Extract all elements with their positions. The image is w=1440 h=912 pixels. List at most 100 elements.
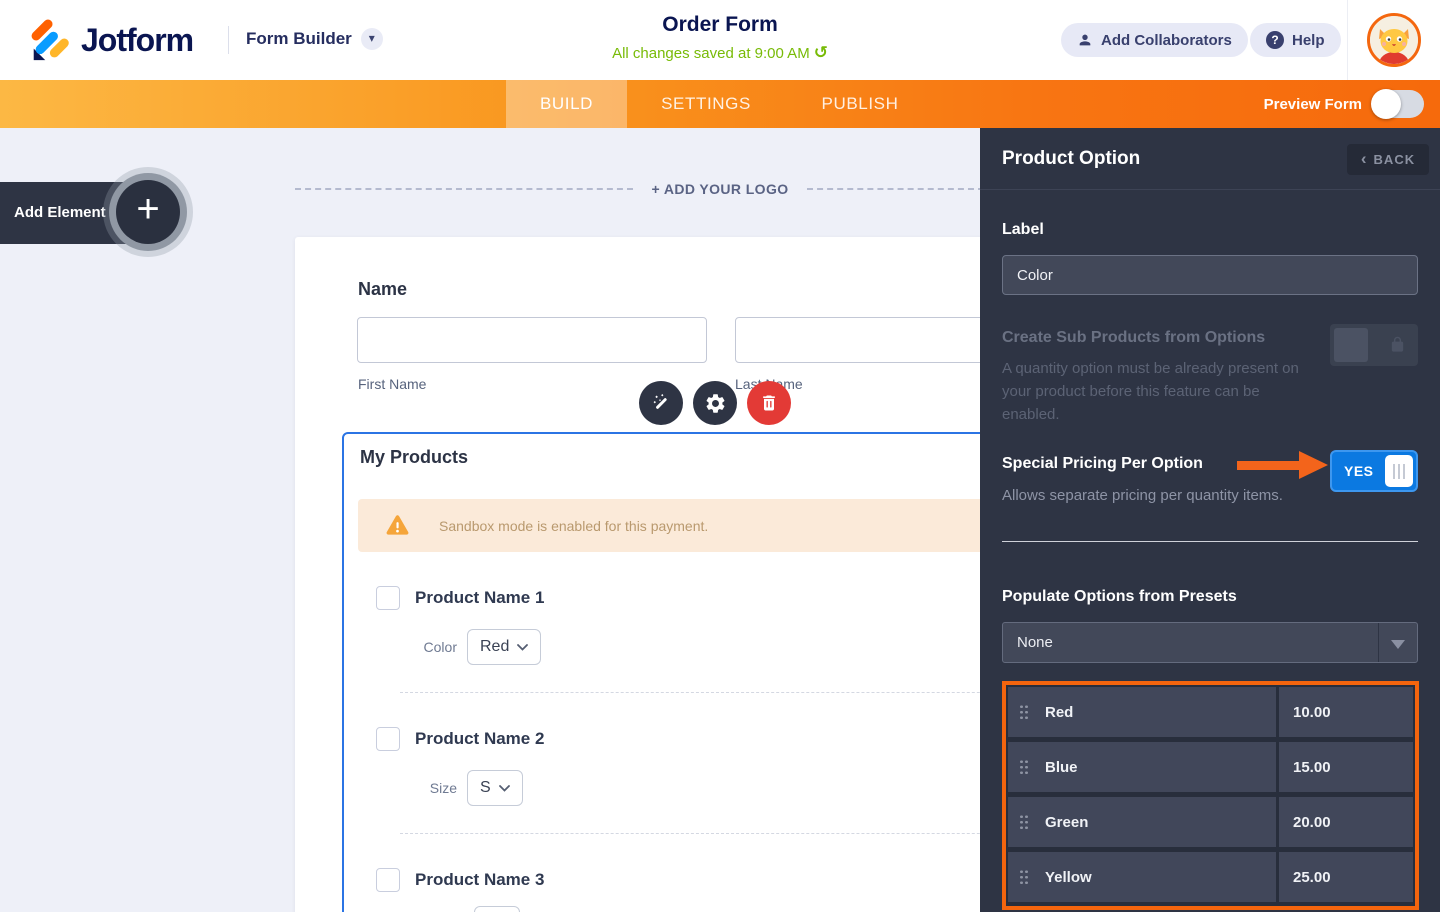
name-field-label: Name	[358, 279, 408, 299]
avatar[interactable]	[1367, 13, 1421, 67]
magic-wand-button[interactable]	[639, 381, 683, 425]
preview-form-label: Preview Form	[1263, 95, 1362, 113]
option-prices-table: Red 10.00 Blue 15.00 Green 20.00 Yellow …	[1002, 681, 1419, 910]
sub-products-toggle-disabled[interactable]	[1330, 324, 1418, 366]
option-name-cell[interactable]: Blue	[1008, 742, 1276, 792]
option-price-cell[interactable]: 15.00	[1279, 742, 1413, 792]
special-pricing-toggle[interactable]: YES	[1330, 450, 1418, 492]
grip-lines-icon	[1392, 463, 1406, 479]
gear-icon	[706, 393, 724, 413]
dashed-line	[295, 188, 634, 190]
annotation-arrow	[1237, 461, 1301, 470]
magic-wand-icon	[653, 394, 667, 409]
question-icon: ?	[1266, 31, 1284, 49]
settings-gear-button[interactable]	[693, 381, 737, 425]
preview-form-toggle[interactable]	[1371, 89, 1424, 119]
chevron-down-icon: ▾	[360, 28, 383, 50]
option-price-cell[interactable]: 20.00	[1279, 797, 1413, 847]
cat-avatar-icon	[1370, 16, 1418, 64]
person-icon	[1079, 34, 1091, 46]
sandbox-warning-text: Sandbox mode is enabled for this payment…	[439, 517, 709, 534]
toggle-knob	[1385, 455, 1413, 487]
first-name-input[interactable]	[357, 317, 707, 363]
preview-form-control: Preview Form	[1264, 80, 1424, 128]
product-separator	[400, 833, 980, 834]
option-price-cell[interactable]: 25.00	[1279, 852, 1413, 902]
option-name-cell[interactable]: Yellow	[1008, 852, 1276, 902]
product-3-name: Product Name 3	[415, 870, 545, 889]
trash-icon	[763, 395, 775, 411]
toggle-yes-label: YES	[1344, 463, 1374, 479]
help-button[interactable]: ? Help	[1250, 23, 1341, 57]
jotform-logo-icon	[31, 19, 69, 61]
special-pricing-description: Allows separate pricing per quantity ite…	[1002, 487, 1283, 504]
header-divider-2	[1347, 0, 1348, 80]
drag-handle-icon[interactable]	[1019, 814, 1029, 830]
presets-dropdown[interactable]: None	[1002, 622, 1418, 663]
product-1-checkbox[interactable]	[376, 586, 400, 610]
add-element-plus-button[interactable]: +	[116, 180, 180, 244]
option-label-input[interactable]	[1002, 255, 1418, 295]
product-1-name: Product Name 1	[415, 588, 545, 607]
product-1-option-label: Color	[423, 639, 457, 655]
sub-products-heading: Create Sub Products from Options	[1002, 329, 1266, 346]
chevron-down-icon	[517, 643, 529, 651]
product-row-1: Product Name 1	[376, 586, 544, 610]
tab-build[interactable]: BUILD	[506, 80, 627, 128]
drag-handle-icon[interactable]	[1019, 759, 1029, 775]
form-builder-label: Form Builder	[246, 29, 352, 48]
form-canvas: Add Element + + ADD YOUR LOGO Name First…	[0, 128, 980, 912]
header-divider	[228, 26, 229, 54]
option-price-cell[interactable]: 10.00	[1279, 687, 1413, 737]
tab-settings[interactable]: SETTINGS	[627, 80, 785, 128]
first-name-sublabel: First Name	[358, 376, 427, 392]
last-name-input[interactable]	[735, 317, 980, 363]
product-2-option-select[interactable]: S	[467, 770, 523, 806]
option-price-row: Red 10.00	[1008, 687, 1413, 737]
panel-header: Product Option ‹ BACK	[980, 128, 1440, 190]
sub-products-description: A quantity option must be already presen…	[1002, 360, 1299, 423]
back-button[interactable]: ‹ BACK	[1347, 144, 1429, 175]
option-price-row: Yellow 25.00	[1008, 852, 1413, 902]
product-2-name: Product Name 2	[415, 729, 545, 748]
drag-handle-icon[interactable]	[1019, 704, 1029, 720]
panel-divider	[1002, 541, 1418, 542]
product-3-checkbox[interactable]	[376, 868, 400, 892]
add-collaborators-button[interactable]: Add Collaborators	[1061, 23, 1248, 57]
brand[interactable]: Jotform	[27, 17, 194, 63]
delete-button[interactable]	[747, 381, 791, 425]
label-heading: Label	[1002, 221, 1044, 238]
product-row-3: Product Name 3	[376, 868, 544, 892]
option-price-row: Green 20.00	[1008, 797, 1413, 847]
product-1-option-row: Color Red	[419, 629, 542, 665]
top-header: Jotform Form Builder ▾ Order Form All ch…	[0, 0, 1440, 80]
drag-handle-icon[interactable]	[1019, 869, 1029, 885]
product-1-option-select[interactable]: Red	[467, 629, 542, 665]
nav-tabs: BUILD SETTINGS PUBLISH	[506, 80, 935, 128]
form-card: Name First Name Last Name My Products Sa…	[295, 237, 980, 912]
toggle-knob	[1334, 328, 1368, 362]
tab-publish[interactable]: PUBLISH	[785, 80, 935, 128]
undo-icon[interactable]: ↺	[814, 43, 828, 62]
form-builder-menu[interactable]: Form Builder ▾	[246, 28, 383, 50]
special-pricing-heading: Special Pricing Per Option	[1002, 455, 1203, 472]
products-section[interactable]: My Products Sandbox mode is enabled for …	[342, 432, 980, 912]
toggle-knob	[1371, 89, 1401, 119]
page-title: Order Form	[662, 13, 778, 36]
dropdown-divider	[1378, 623, 1379, 662]
products-section-title: My Products	[360, 447, 469, 467]
plus-icon: +	[136, 187, 160, 231]
warning-icon	[386, 515, 409, 535]
annotation-arrow-head	[1299, 451, 1328, 479]
option-name-cell[interactable]: Green	[1008, 797, 1276, 847]
product-3-option-select[interactable]	[474, 906, 520, 912]
add-logo-area[interactable]: + ADD YOUR LOGO	[295, 177, 980, 201]
dashed-line	[806, 188, 980, 190]
form-builder-app: Jotform Form Builder ▾ Order Form All ch…	[0, 0, 1440, 912]
main-nav-bar: BUILD SETTINGS PUBLISH Preview Form	[0, 80, 1440, 128]
product-2-option-row: Size S	[419, 770, 523, 806]
product-2-checkbox[interactable]	[376, 727, 400, 751]
option-name-cell[interactable]: Red	[1008, 687, 1276, 737]
dropdown-arrow-icon	[1391, 640, 1405, 649]
option-price-row: Blue 15.00	[1008, 742, 1413, 792]
